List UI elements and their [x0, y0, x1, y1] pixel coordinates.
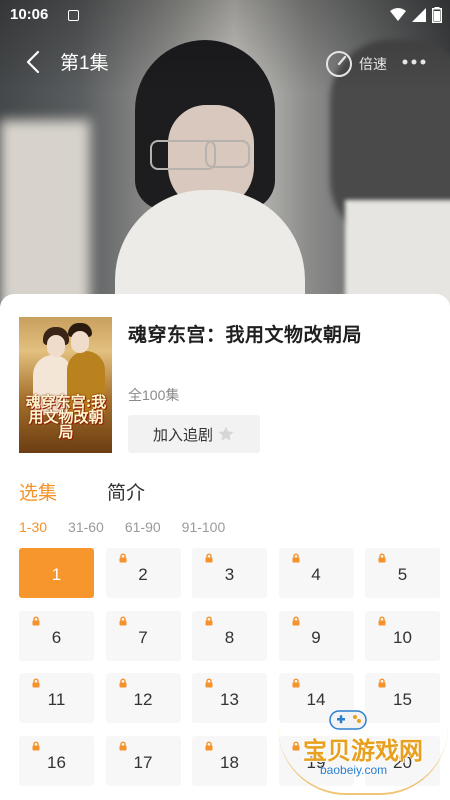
episode-tile[interactable]: 16 — [19, 735, 94, 786]
episode-tile[interactable]: 7 — [105, 610, 181, 661]
add-to-follow-button[interactable]: 加入追剧 — [128, 415, 260, 453]
tabs: 选集 简介 — [19, 478, 145, 505]
lock-icon — [32, 616, 40, 625]
star-icon — [218, 426, 234, 441]
wifi-icon — [390, 8, 406, 21]
range-tab-3[interactable]: 91-100 — [182, 519, 226, 535]
episode-tile[interactable]: 13 — [192, 673, 267, 723]
episode-ranges: 1-30 31-60 61-90 91-100 — [19, 519, 225, 535]
episode-number: 16 — [47, 752, 66, 772]
status-icons — [390, 7, 442, 23]
back-chevron-icon[interactable] — [22, 50, 46, 74]
episode-tile[interactable]: 3 — [192, 548, 267, 598]
episode-number: 3 — [224, 565, 235, 584]
status-time: 10:06 — [10, 6, 49, 23]
episode-number: 10 — [393, 627, 412, 647]
episode-tile[interactable]: 6 — [19, 610, 94, 661]
episode-number: 7 — [138, 627, 148, 647]
lock-icon — [205, 678, 213, 688]
lock-icon — [292, 553, 299, 563]
lock-icon — [32, 741, 40, 750]
lock-icon — [119, 553, 126, 563]
tab-1[interactable]: 简介 — [107, 478, 145, 505]
lock-icon — [205, 616, 213, 625]
watermark-text: 宝贝游戏网 — [303, 738, 423, 765]
episode-tile[interactable]: 8 — [192, 610, 267, 661]
episode-number: 8 — [224, 627, 235, 647]
speed-button[interactable]: 倍速 — [325, 50, 387, 78]
episode-number: 17 — [133, 752, 153, 772]
episode-number: 9 — [311, 627, 321, 647]
episode-number: 13 — [220, 690, 239, 709]
lock-icon — [205, 741, 213, 750]
watermark-url: baobeiy.com — [320, 763, 388, 777]
episode-number: 18 — [220, 752, 239, 772]
episode-number: 5 — [397, 565, 408, 584]
poster-title: 魂穿东宫:我用文物改朝局 — [25, 393, 107, 441]
episode-tile[interactable]: 9 — [278, 610, 354, 661]
range-tab-0[interactable]: 1-30 — [19, 519, 47, 535]
lock-icon — [292, 678, 299, 688]
lock-icon — [119, 678, 126, 688]
episode-title: 第1集 — [60, 53, 109, 74]
episode-number: 4 — [311, 565, 321, 584]
episode-tile[interactable]: 2 — [105, 548, 181, 598]
poster-face-left — [47, 335, 65, 357]
game-controller-icon — [329, 710, 367, 730]
lock-icon — [378, 553, 386, 563]
episode-number: 6 — [51, 627, 62, 647]
poster-face-right — [71, 331, 89, 353]
status-bar: 10:06 — [0, 0, 450, 30]
episode-tile[interactable]: 1 — [19, 548, 94, 598]
speed-gauge-icon — [326, 51, 352, 77]
lock-icon — [119, 616, 126, 625]
notification-icon — [68, 10, 79, 21]
tab-0[interactable]: 选集 — [19, 478, 57, 505]
episode-tile[interactable]: 5 — [365, 548, 440, 598]
range-tab-1[interactable]: 31-60 — [68, 519, 104, 535]
lock-icon — [119, 741, 126, 750]
episode-number: 1 — [51, 565, 62, 584]
episode-number: 2 — [138, 565, 148, 584]
more-dots-icon[interactable] — [400, 52, 428, 72]
drama-poster[interactable]: 魂穿东宫:我用文物改朝局 — [19, 317, 112, 453]
lock-icon — [205, 553, 213, 563]
drama-title: 魂穿东宫：我用文物改朝局 — [128, 325, 363, 346]
episode-tile[interactable]: 12 — [105, 673, 181, 723]
watermark: 宝贝游戏网 baobeiy.com — [278, 705, 448, 795]
lock-icon — [378, 616, 386, 625]
lock-icon — [378, 678, 386, 688]
episode-tile[interactable]: 17 — [105, 735, 181, 786]
episode-number: 12 — [133, 690, 153, 709]
player-top-bar: 第1集 倍速 — [0, 42, 450, 82]
episode-count: 全100集 — [128, 387, 180, 403]
episode-tile[interactable]: 10 — [365, 610, 440, 661]
follow-label: 加入追剧 — [152, 426, 213, 444]
battery-icon — [432, 7, 442, 23]
episode-tile[interactable]: 4 — [278, 548, 354, 598]
speed-label: 倍速 — [359, 56, 387, 72]
episode-tile[interactable]: 11 — [19, 673, 94, 723]
range-tab-2[interactable]: 61-90 — [125, 519, 161, 535]
signal-icon — [412, 8, 426, 22]
episode-number: 11 — [47, 690, 66, 709]
lock-icon — [32, 678, 40, 688]
lock-icon — [292, 616, 299, 625]
episode-tile[interactable]: 18 — [192, 735, 267, 786]
